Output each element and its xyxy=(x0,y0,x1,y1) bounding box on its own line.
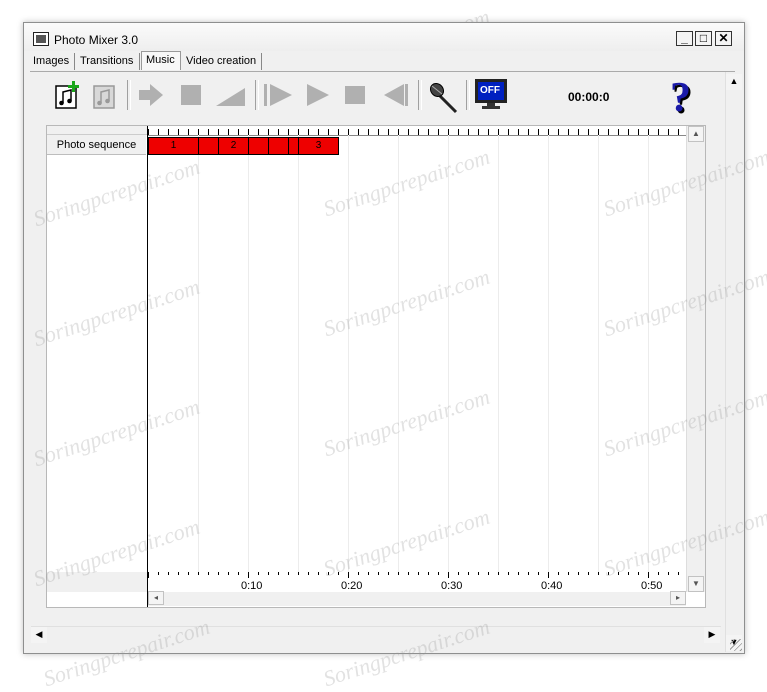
grid-line xyxy=(348,135,349,572)
track-label-column: Photo sequence xyxy=(47,126,148,607)
toolbar-separator xyxy=(255,80,259,110)
toolbar-separator xyxy=(466,80,470,110)
tab-music[interactable]: Music xyxy=(141,51,181,70)
grid-line xyxy=(448,135,449,572)
scroll-right-icon[interactable]: ▶ xyxy=(704,627,720,643)
window-vertical-scrollbar[interactable]: ▲ ▼ xyxy=(725,72,742,652)
step-forward-icon[interactable] xyxy=(262,80,296,113)
app-film-icon xyxy=(33,32,49,46)
scroll-left-icon[interactable]: ◂ xyxy=(148,591,164,605)
timeline-horizontal-scrollbar[interactable]: ◂ ▸ xyxy=(148,591,686,606)
photo-clip[interactable]: 2 xyxy=(218,137,249,155)
tab-transitions[interactable]: Transitions xyxy=(76,53,140,70)
photo-clip[interactable]: 1 xyxy=(148,137,199,155)
arrow-right-icon[interactable] xyxy=(136,80,166,113)
timeline-grid[interactable] xyxy=(148,135,686,572)
grid-line xyxy=(198,135,199,572)
time-label: 0:30 xyxy=(441,580,463,592)
scroll-up-icon[interactable]: ▲ xyxy=(726,74,742,90)
time-ruler: 0:10 0:20 0:30 0:40 0:50 xyxy=(148,572,686,592)
scroll-right-icon[interactable]: ▸ xyxy=(670,591,686,605)
scroll-up-icon[interactable]: ▲ xyxy=(688,126,704,142)
time-label: 0:10 xyxy=(241,580,263,592)
help-icon[interactable]: ? xyxy=(670,74,691,122)
timeline-vertical-scrollbar[interactable]: ▲ ▼ xyxy=(686,126,705,592)
rewind-icon[interactable] xyxy=(378,80,410,113)
close-button[interactable]: ✕ xyxy=(715,31,732,46)
grid-line xyxy=(648,135,649,572)
music-note-icon[interactable] xyxy=(90,80,120,113)
label-header xyxy=(47,126,147,135)
play-icon[interactable] xyxy=(302,80,332,113)
scroll-left-icon[interactable]: ◀ xyxy=(31,627,47,643)
music-timeline: Photo sequence 1 2 3 0:10 0:20 0:30 0:40… xyxy=(46,125,706,608)
photo-clip[interactable]: 3 xyxy=(298,137,339,155)
minimize-button[interactable]: _ xyxy=(676,31,693,46)
label-footer xyxy=(47,572,147,592)
grid-line xyxy=(498,135,499,572)
window-horizontal-scrollbar[interactable]: ◀ ▶ xyxy=(31,626,721,644)
title-bar: Photo Mixer 3.0 _ □ ✕ xyxy=(24,23,744,51)
stop-square-icon[interactable] xyxy=(176,80,206,113)
photo-clip[interactable] xyxy=(198,137,219,155)
photo-clip[interactable] xyxy=(268,137,289,155)
preview-off-icon[interactable]: OFF xyxy=(474,78,508,113)
time-label: 0:20 xyxy=(341,580,363,592)
preview-off-label: OFF xyxy=(480,85,500,96)
time-label: 0:50 xyxy=(641,580,663,592)
scroll-down-icon[interactable]: ▼ xyxy=(688,576,704,592)
app-window: Photo Mixer 3.0 _ □ ✕ Images Transitions… xyxy=(23,22,745,654)
time-display: 00:00:0 xyxy=(568,90,610,104)
add-music-icon[interactable] xyxy=(52,80,82,113)
grid-line xyxy=(298,135,299,572)
tab-video-creation[interactable]: Video creation xyxy=(182,53,262,70)
time-label: 0:40 xyxy=(541,580,563,592)
music-panel: OFF 00:00:0 ? Photo sequence 1 2 3 0:10 … xyxy=(30,71,742,652)
stop-icon[interactable] xyxy=(340,80,370,113)
tab-images[interactable]: Images xyxy=(29,53,75,70)
photo-clip[interactable] xyxy=(248,137,269,155)
track-label-photo-sequence: Photo sequence xyxy=(47,135,146,155)
toolbar-separator xyxy=(127,80,131,110)
grid-line xyxy=(398,135,399,572)
help-glyph: ? xyxy=(670,75,691,121)
grid-line xyxy=(548,135,549,572)
resize-grip[interactable] xyxy=(730,639,742,651)
fade-ramp-icon[interactable] xyxy=(214,80,248,113)
window-title: Photo Mixer 3.0 xyxy=(54,33,139,47)
maximize-button[interactable]: □ xyxy=(695,31,712,46)
microphone-icon[interactable] xyxy=(426,80,460,117)
grid-line xyxy=(598,135,599,572)
toolbar-separator xyxy=(418,80,422,110)
grid-line xyxy=(248,135,249,572)
